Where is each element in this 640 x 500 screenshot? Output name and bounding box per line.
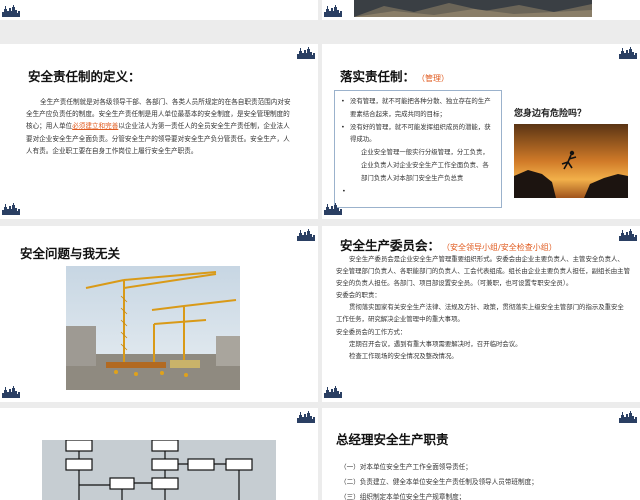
flowchart-diagram <box>42 440 276 500</box>
slide-title: 落实责任制： （管理） <box>340 66 449 85</box>
cliff-jump-photo <box>514 124 628 198</box>
city-skyline-icon <box>297 47 315 59</box>
gm-duty-item: （一）对本单位安全生产工作全面领导责任； <box>340 463 472 471</box>
title-subtitle: （安全领导小组/安全检查小组） <box>446 243 557 252</box>
slide-flowchart <box>0 408 318 500</box>
city-skyline-icon <box>619 411 637 423</box>
committee-method-2: 检查工作现场的安全情况及整改情况。 <box>349 351 458 360</box>
slide-definition: 安全责任制的定义： 全生产责任制就是对各级领导干部、各部门、各类人员所规定的在各… <box>0 44 318 219</box>
gm-duty-item: （二）负责建立、健全本单位安全生产责任制及领导人员带班制度； <box>340 478 538 486</box>
gm-duties-list: （一）对本单位安全生产工作全面领导责任； （二）负责建立、健全本单位安全生产责任… <box>340 460 630 500</box>
city-skyline-icon <box>324 5 342 17</box>
city-skyline-icon <box>324 203 342 215</box>
implement-paragraph: 企业安全管理一般实行分级管理，分工负责，企业负责人对企业安全生产工作全面负责、各… <box>361 148 489 182</box>
committee-method-1: 定期召开会议，遇到有重大事项需要解决时，召开临时会议。 <box>349 339 522 348</box>
slide-committee: 安全生产委员会： （安全领导小组/安全检查小组） 安全生产委员会是企业安全生产管理… <box>322 226 640 402</box>
committee-body: 安全生产委员会是企业安全生产管理重要组织形式。安委会由企业主要负责人、主管安全负… <box>336 253 630 362</box>
city-skyline-icon <box>2 386 20 398</box>
bullet-item: 没有好的管理，就不可能发挥组织成员的潜能，获得成功。 <box>341 121 495 147</box>
title-text: 安全生产委员会： <box>340 238 441 253</box>
committee-intro: 安全生产委员会是企业安全生产管理重要组织形式。安委会由企业主要负责人、主管安全负… <box>336 255 630 288</box>
definition-paragraph: 全生产责任制就是对各级领导干部、各部门、各类人员所规定的在各自职责范围内对安全生… <box>26 96 294 157</box>
committee-duty: 贯彻落实国家有关安全生产法律、法规及方针、政策，贯彻落实上级安全主管部门的指示及… <box>336 303 624 324</box>
city-skyline-icon <box>2 5 20 17</box>
definition-highlight: 必须建立和完善 <box>72 122 119 131</box>
city-skyline-icon <box>619 229 637 241</box>
construction-crane-photo <box>66 266 240 390</box>
city-skyline-icon <box>324 386 342 398</box>
slide-title: 安全责任制的定义： <box>28 69 141 84</box>
slide-top-right <box>322 0 640 20</box>
slide-unrelated: 安全问题与我无关 <box>0 226 318 402</box>
gm-duty-item: （三）组织制定本单位安全生产规章制度； <box>340 493 466 500</box>
committee-method-heading: 安全委员会的工作方式： <box>336 327 407 336</box>
implement-box: 没有管理，就不可能把各种分散、独立存在的生产要素结合起来，完成共同的目标； 没有… <box>334 90 502 208</box>
slide-title: 总经理安全生产职责 <box>336 432 449 447</box>
committee-duty-heading: 安委会的职责： <box>336 291 381 300</box>
slide-title: 安全生产委员会： （安全领导小组/安全检查小组） <box>340 235 557 254</box>
title-text: 落实责任制： <box>340 69 416 84</box>
danger-question: 您身边有危险吗？ <box>514 109 587 119</box>
city-skyline-icon <box>619 47 637 59</box>
city-skyline-icon <box>297 229 315 241</box>
slide-top-left <box>0 0 318 20</box>
bullet-item: 没有管理，就不可能把各种分散、独立存在的生产要素结合起来，完成共同的目标； <box>341 95 495 121</box>
slide-gm-duties: 总经理安全生产职责 （一）对本单位安全生产工作全面领导责任； （二）负责建立、健… <box>322 408 640 500</box>
city-skyline-icon <box>297 411 315 423</box>
bullet-dot: • <box>342 186 346 195</box>
city-skyline-icon <box>2 203 20 215</box>
mountain-photo <box>354 0 592 17</box>
slide-title: 安全问题与我无关 <box>20 246 121 261</box>
slide-implement: 落实责任制： （管理） 没有管理，就不可能把各种分散、独立存在的生产要素结合起来，… <box>322 44 640 219</box>
title-subtitle: （管理） <box>421 74 450 83</box>
